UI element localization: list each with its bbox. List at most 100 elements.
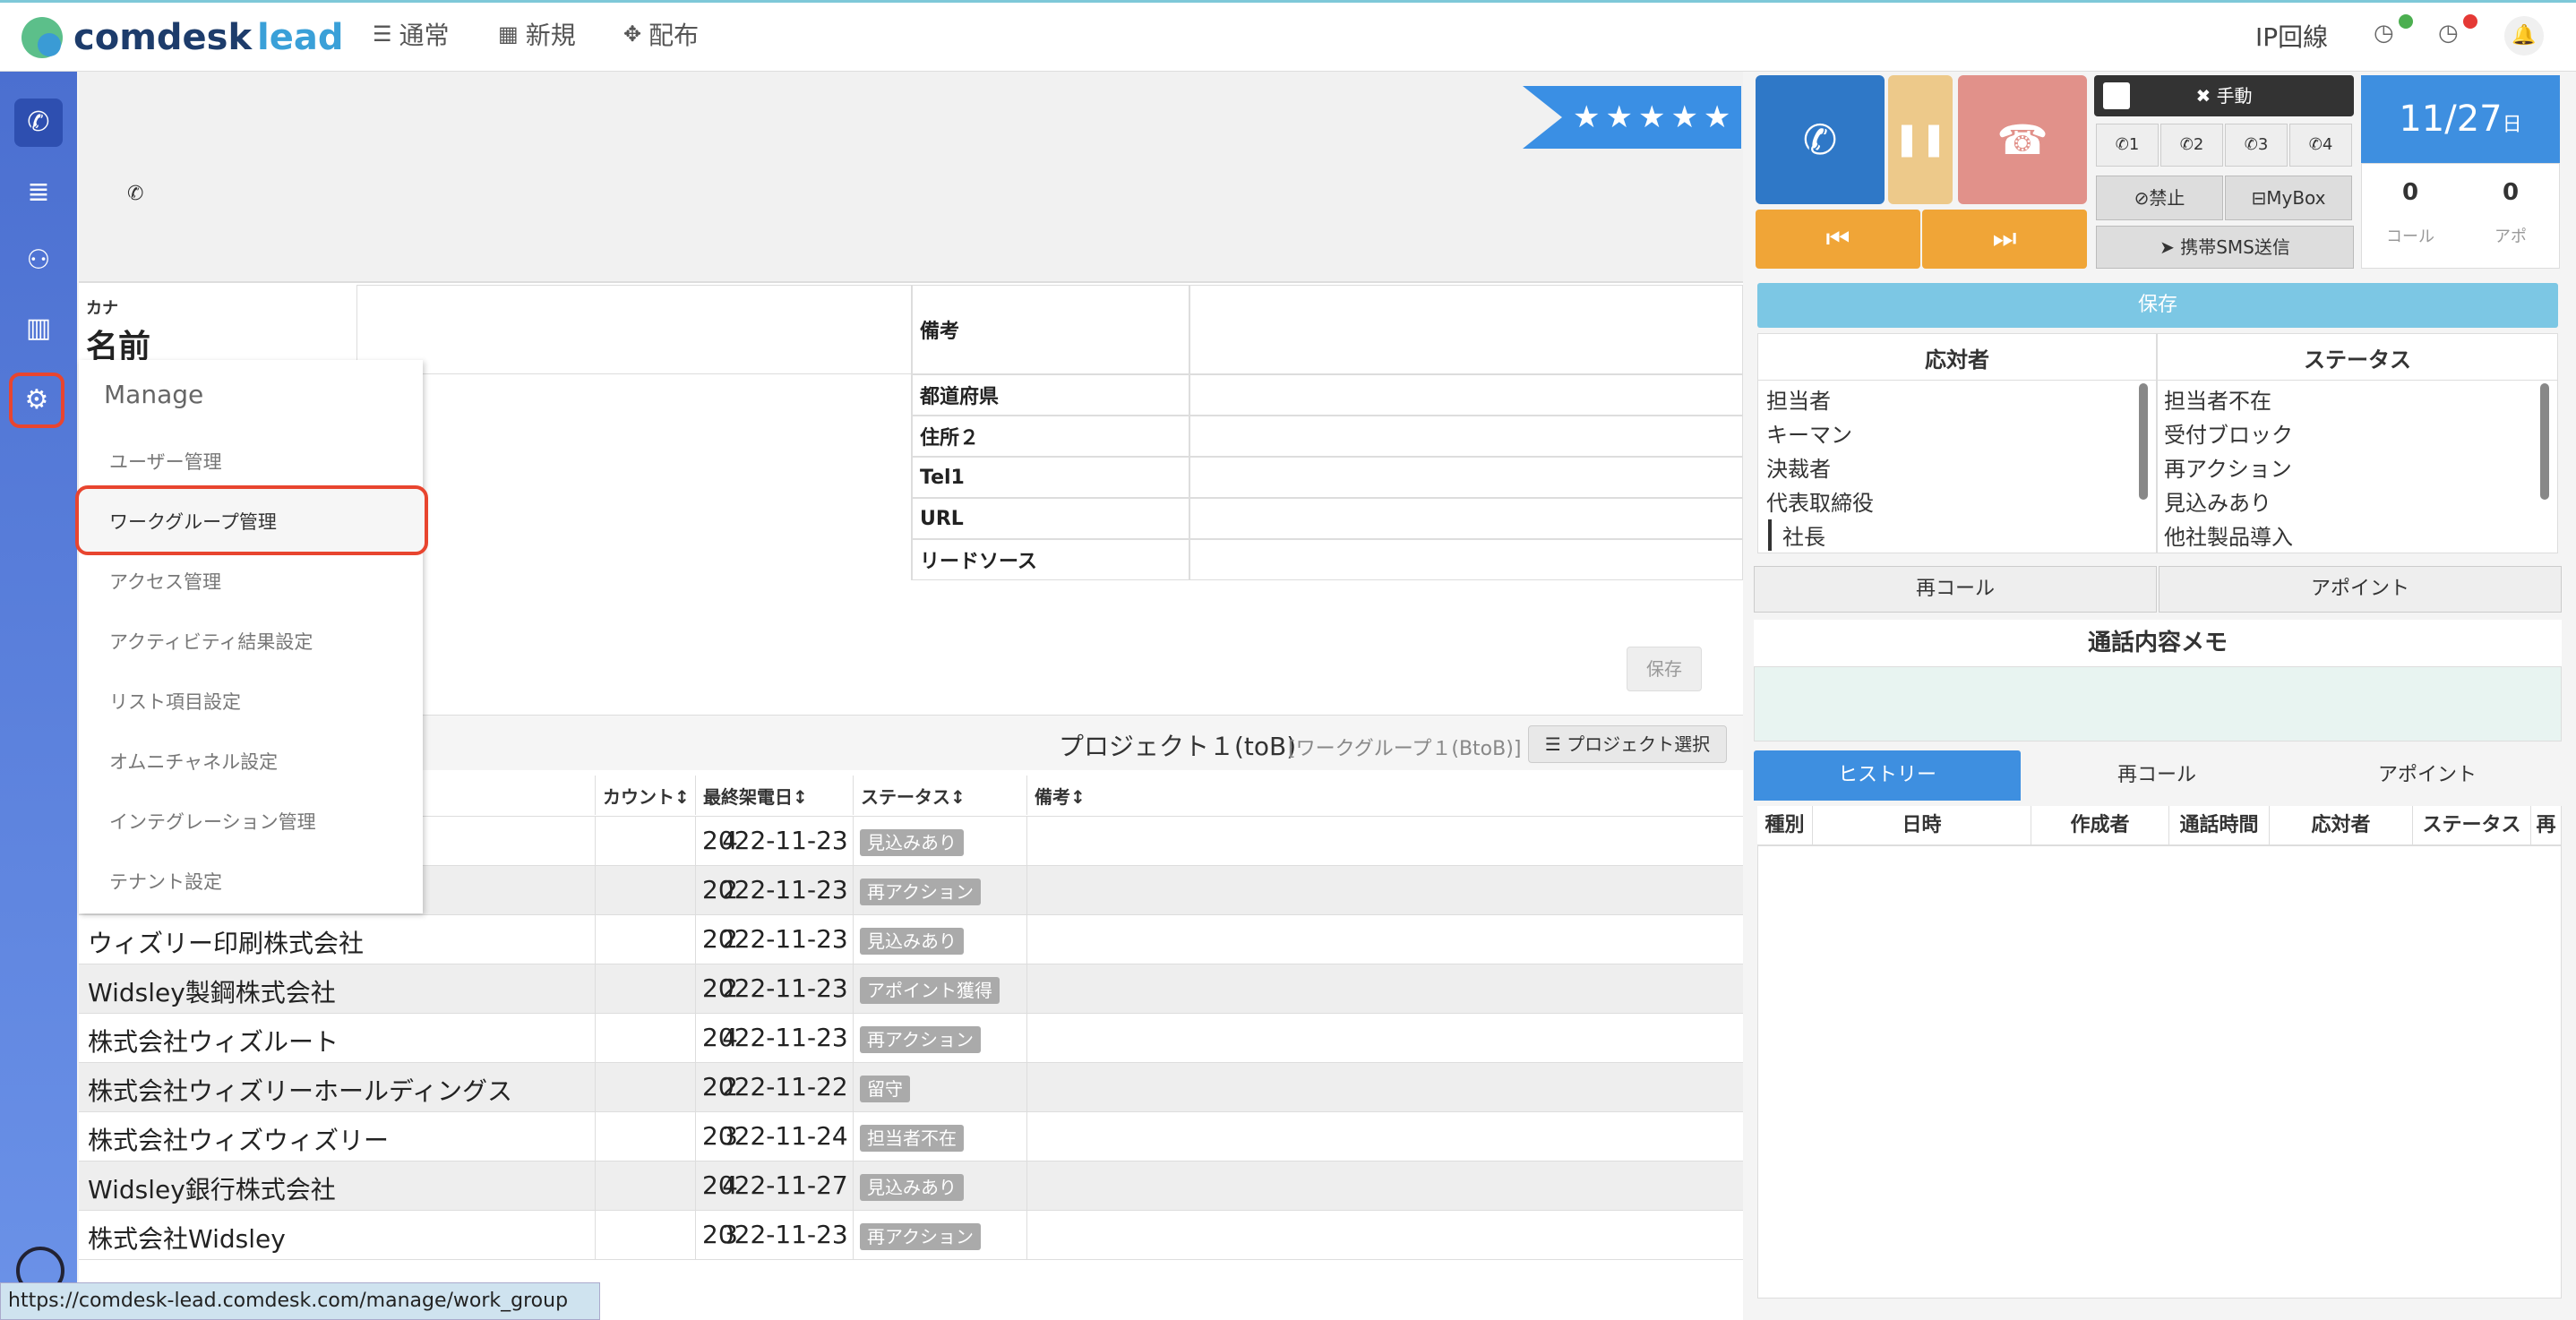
url-field[interactable]	[1189, 498, 1743, 539]
line-4-button[interactable]: ✆4	[2289, 124, 2352, 167]
line-3-button[interactable]: ✆3	[2225, 124, 2288, 167]
last-call-date: 2022-11-24	[702, 1121, 848, 1151]
lead-source-field[interactable]	[1189, 539, 1743, 580]
menu-item-activity-results[interactable]: アクティビティ結果設定	[109, 628, 313, 655]
appointment-button[interactable]: アポイント	[2159, 566, 2562, 613]
users-icon[interactable]: ⚇	[14, 236, 63, 285]
menu-item-integrations[interactable]: インテグレーション管理	[109, 808, 316, 835]
timer-alert-icon[interactable]: ◷	[2438, 14, 2477, 52]
project-select-button[interactable]: ☰ プロジェクト選択	[1528, 725, 1727, 763]
responder-option[interactable]: 決裁者	[1766, 451, 1831, 483]
phone-small-icon: ✆	[2115, 135, 2129, 154]
memo-textarea[interactable]	[1754, 666, 2562, 741]
line-number: 4	[2322, 135, 2333, 154]
status-option[interactable]: 受付ブロック	[2164, 417, 2293, 449]
table-row[interactable]: 株式会社ウィズウィズリー 3 2022-11-24 担当者不在	[79, 1112, 1743, 1161]
line-number: 3	[2257, 135, 2269, 154]
line-1-button[interactable]: ✆1	[2096, 124, 2159, 167]
company-name: Widsley製鋼株式会社	[88, 978, 336, 1007]
col-count[interactable]: カウント↕	[595, 776, 695, 815]
logo-text: comdesk	[73, 17, 253, 58]
field-label: 備考	[912, 285, 1189, 374]
responder-option[interactable]: 代表取締役	[1766, 485, 1874, 517]
manual-toggle[interactable]: ✖ 手動	[2094, 75, 2354, 116]
phone-small-icon[interactable]: ✆	[127, 183, 143, 205]
responder-option[interactable]: キーマン	[1766, 417, 1852, 449]
last-call-date: 2022-11-27	[702, 1170, 848, 1200]
call-count-label: コール	[2386, 227, 2434, 246]
menu-item-list-fields[interactable]: リスト項目設定	[109, 688, 241, 715]
mybox-button[interactable]: ⊟MyBox	[2225, 176, 2352, 220]
menu-item-tenant[interactable]: テナント設定	[109, 868, 222, 895]
company-name: 株式会社ウィズルート	[88, 1027, 339, 1057]
nav-normal-button[interactable]: ☰ 通常	[373, 16, 450, 52]
responder-option[interactable]: 社長	[1768, 519, 1825, 551]
menu-item-omnichannel[interactable]: オムニチャネル設定	[109, 748, 278, 775]
table-row[interactable]: 株式会社ウィズルート 4 2022-11-23 再アクション	[79, 1014, 1743, 1063]
responders-header: 応対者	[1925, 347, 1989, 373]
status-badge: 再アクション	[860, 1026, 981, 1053]
previous-icon[interactable]: ⏮	[1756, 210, 1920, 269]
phone-icon[interactable]: ✆	[14, 99, 63, 147]
manual-checkbox[interactable]	[2103, 82, 2130, 109]
chart-icon[interactable]: ▥	[14, 304, 63, 353]
record-left-grid	[421, 374, 912, 580]
scrollbar[interactable]	[2139, 383, 2148, 500]
line-2-button[interactable]: ✆2	[2160, 124, 2223, 167]
save-button[interactable]: 保存	[1627, 647, 1702, 691]
column-divider	[695, 817, 696, 1260]
gear-icon[interactable]: ⚙	[9, 373, 64, 428]
manual-label: 手動	[2216, 85, 2253, 107]
phone-small-icon: ✆	[2179, 135, 2194, 154]
menu-item-access[interactable]: アクセス管理	[109, 568, 221, 595]
prohibit-button[interactable]: ⊘禁止	[2096, 176, 2223, 220]
tab-appointment[interactable]: アポイント	[2293, 750, 2562, 801]
next-icon[interactable]: ⏭	[1922, 210, 2087, 269]
nav-label: 通常	[399, 21, 450, 50]
table-row[interactable]: Widsley銀行株式会社 4 2022-11-27 見込みあり	[79, 1161, 1743, 1211]
status-option[interactable]: 見込みあり	[2164, 485, 2271, 517]
bell-icon[interactable]: 🔔	[2504, 16, 2544, 56]
scrollbar[interactable]	[2540, 383, 2549, 500]
history-col: ステータス	[2413, 806, 2531, 845]
pause-button[interactable]: ❚❚	[1888, 75, 1953, 204]
status-badge: 再アクション	[860, 879, 981, 905]
timer-icon[interactable]: ◷	[2374, 14, 2413, 52]
nav-new-button[interactable]: ▦ 新規	[498, 16, 576, 52]
database-icon[interactable]: ≣	[14, 168, 63, 217]
recall-button[interactable]: 再コール	[1754, 566, 2157, 613]
col-status[interactable]: ステータス↕	[853, 776, 1026, 815]
hangup-button[interactable]: ☎	[1958, 75, 2087, 204]
column-divider	[595, 817, 596, 1260]
call-button[interactable]: ✆	[1756, 75, 1885, 204]
col-remarks[interactable]: 備考↕	[1026, 776, 1206, 815]
status-option[interactable]: 担当者不在	[2164, 383, 2271, 415]
status-option[interactable]: 再アクション	[2164, 451, 2292, 483]
responder-option[interactable]: 担当者	[1766, 383, 1831, 415]
menu-item-workgroups[interactable]: ワークグループ管理	[109, 508, 277, 535]
history-col: 通話時間	[2169, 806, 2270, 845]
table-row[interactable]: 株式会社ウィズリーホールディングス 2 2022-11-22 留守	[79, 1063, 1743, 1112]
table-row[interactable]: ウィズリー印刷株式会社 2 2022-11-23 見込みあり	[79, 915, 1743, 964]
table-row[interactable]: Widsley製鋼株式会社 2 2022-11-23 アポイント獲得	[79, 964, 1743, 1014]
remarks-field[interactable]	[1189, 285, 1743, 374]
status-bar-url: https://comdesk-lead.comdesk.com/manage/…	[0, 1282, 600, 1320]
menu-item-users[interactable]: ユーザー管理	[109, 448, 222, 475]
status-option[interactable]: 他社製品導入	[2164, 519, 2293, 551]
col-last-call[interactable]: 最終架電日↕	[695, 776, 853, 815]
tab-history[interactable]: ヒストリー	[1754, 750, 2021, 801]
name-value[interactable]	[356, 285, 912, 374]
tab-recall[interactable]: 再コール	[2022, 750, 2291, 801]
last-call-date: 2022-11-23	[702, 1023, 848, 1052]
nav-distribute-button[interactable]: ✥ 配布	[623, 16, 699, 52]
table-row[interactable]: 株式会社Widsley 3 2022-11-23 再アクション	[79, 1211, 1743, 1260]
prefecture-field[interactable]	[1189, 374, 1743, 416]
app-logo[interactable]: comdesk lead	[21, 13, 344, 63]
sms-send-button[interactable]: ➤ 携帯SMS送信	[2096, 226, 2354, 269]
record-header	[79, 72, 1743, 283]
history-col: 再	[2531, 806, 2562, 845]
save-result-button[interactable]: 保存	[1757, 283, 2558, 328]
tel1-field[interactable]	[1189, 457, 1743, 498]
ip-line-label[interactable]: IP回線	[2255, 18, 2328, 54]
address2-field[interactable]	[1189, 416, 1743, 457]
